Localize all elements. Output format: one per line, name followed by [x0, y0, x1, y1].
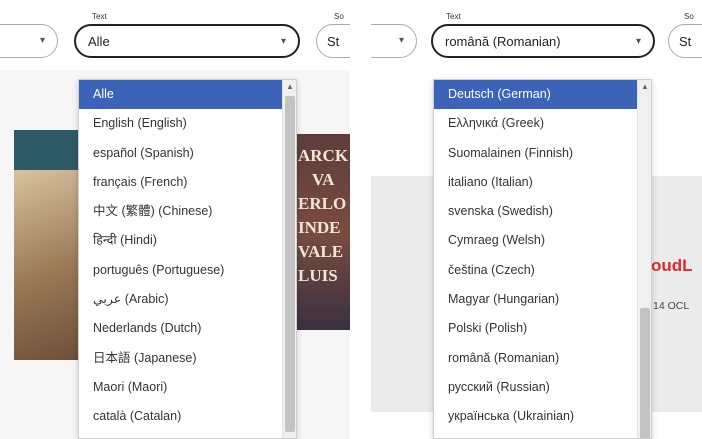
language-option[interactable]: français (French): [79, 168, 296, 197]
language-options: Alle English (English) español (Spanish) fr…: [79, 80, 296, 432]
language-option[interactable]: čeština (Czech): [434, 256, 651, 285]
scrollbar-thumb[interactable]: [285, 96, 295, 432]
language-option[interactable]: Suomalainen (Finnish): [434, 139, 651, 168]
event-card-date: 14 OCL: [653, 300, 690, 312]
language-options: Deutsch (German) Ελληνικά (Greek) Suomalai…: [434, 80, 651, 432]
language-option[interactable]: हिन्दी (Hindi): [79, 226, 296, 255]
language-option[interactable]: українська (Ukrainian): [434, 402, 651, 431]
text-filter-label: Text: [92, 12, 107, 21]
chevron-down-icon: ▾: [39, 35, 45, 46]
language-listbox[interactable]: Deutsch (German) Ελληνικά (Greek) Suomalai…: [433, 79, 652, 439]
language-option[interactable]: português (Portuguese): [79, 256, 296, 285]
scroll-up-arrow-icon[interactable]: ▲: [641, 82, 649, 91]
text-filter-select[interactable]: română (Romanian) ▾: [431, 24, 655, 58]
right-panel: ▾ Text română (Romanian) ▾ So St oudL 14…: [371, 0, 702, 439]
language-option[interactable]: Nederlands (Dutch): [79, 314, 296, 343]
book-cover-image[interactable]: [14, 130, 78, 360]
scroll-up-arrow-icon[interactable]: ▲: [286, 82, 294, 91]
language-option[interactable]: Deutsch (German): [434, 80, 651, 110]
left-panel: ▾ Text Alle ▾ So St ARCK VA ERLO INDE VA…: [0, 0, 350, 439]
language-option[interactable]: svenska (Swedish): [434, 197, 651, 226]
filter-toolbar: ▾ Text Alle ▾ So St: [0, 0, 350, 70]
next-filter-select[interactable]: St: [668, 24, 702, 58]
language-option[interactable]: Maori (Maori): [79, 373, 296, 402]
listbox-scrollbar[interactable]: ▲: [282, 80, 296, 438]
language-option[interactable]: español (Spanish): [79, 139, 296, 168]
text-filter-select-value: română (Romanian): [445, 33, 561, 49]
neighbor-select[interactable]: ▾: [371, 24, 417, 58]
text-filter-select-value: Alle: [88, 33, 110, 49]
language-option[interactable]: عربي (Arabic): [79, 285, 296, 314]
language-option[interactable]: русский (Russian): [434, 373, 651, 402]
event-card-title[interactable]: oudL: [651, 256, 693, 276]
panel-divider: [350, 0, 371, 439]
book-cover-title[interactable]: ARCK VA ERLO INDE VALE LUIS: [296, 134, 350, 330]
next-filter-label: So: [684, 12, 694, 21]
next-filter-select[interactable]: St: [316, 24, 350, 58]
next-filter-label: So: [334, 12, 344, 21]
language-option[interactable]: Magyar (Hungarian): [434, 285, 651, 314]
language-option[interactable]: 中文 (繁體) (Chinese): [79, 197, 296, 226]
next-filter-select-value: St: [327, 33, 340, 49]
neighbor-select[interactable]: ▾: [0, 24, 58, 58]
language-option[interactable]: English (English): [79, 109, 296, 138]
language-option[interactable]: Cymraeg (Welsh): [434, 226, 651, 255]
book-cover-band: [14, 130, 78, 170]
book-cover-photo: [14, 170, 78, 360]
chevron-down-icon: ▾: [635, 36, 641, 47]
chevron-down-icon: ▾: [398, 35, 404, 46]
language-option[interactable]: Ελληνικά (Greek): [434, 109, 651, 138]
text-filter-label: Text: [446, 12, 461, 21]
language-option[interactable]: Alle: [79, 80, 296, 110]
language-option[interactable]: 日本語 (Japanese): [79, 344, 296, 373]
language-option[interactable]: italiano (Italian): [434, 168, 651, 197]
language-listbox[interactable]: Alle English (English) español (Spanish) fr…: [78, 79, 297, 439]
next-filter-select-value: St: [679, 33, 692, 49]
scrollbar-thumb[interactable]: [640, 308, 650, 438]
language-option[interactable]: català (Catalan): [79, 402, 296, 431]
book-cover-lettering: ARCK VA ERLO INDE VALE LUIS: [298, 146, 349, 285]
text-filter-select[interactable]: Alle ▾: [74, 24, 300, 58]
language-option[interactable]: Polski (Polish): [434, 314, 651, 343]
chevron-down-icon: ▾: [280, 36, 286, 47]
filter-toolbar: ▾ Text română (Romanian) ▾ So St: [371, 0, 702, 70]
listbox-scrollbar[interactable]: ▲: [637, 80, 651, 438]
language-option[interactable]: română (Romanian): [434, 344, 651, 373]
